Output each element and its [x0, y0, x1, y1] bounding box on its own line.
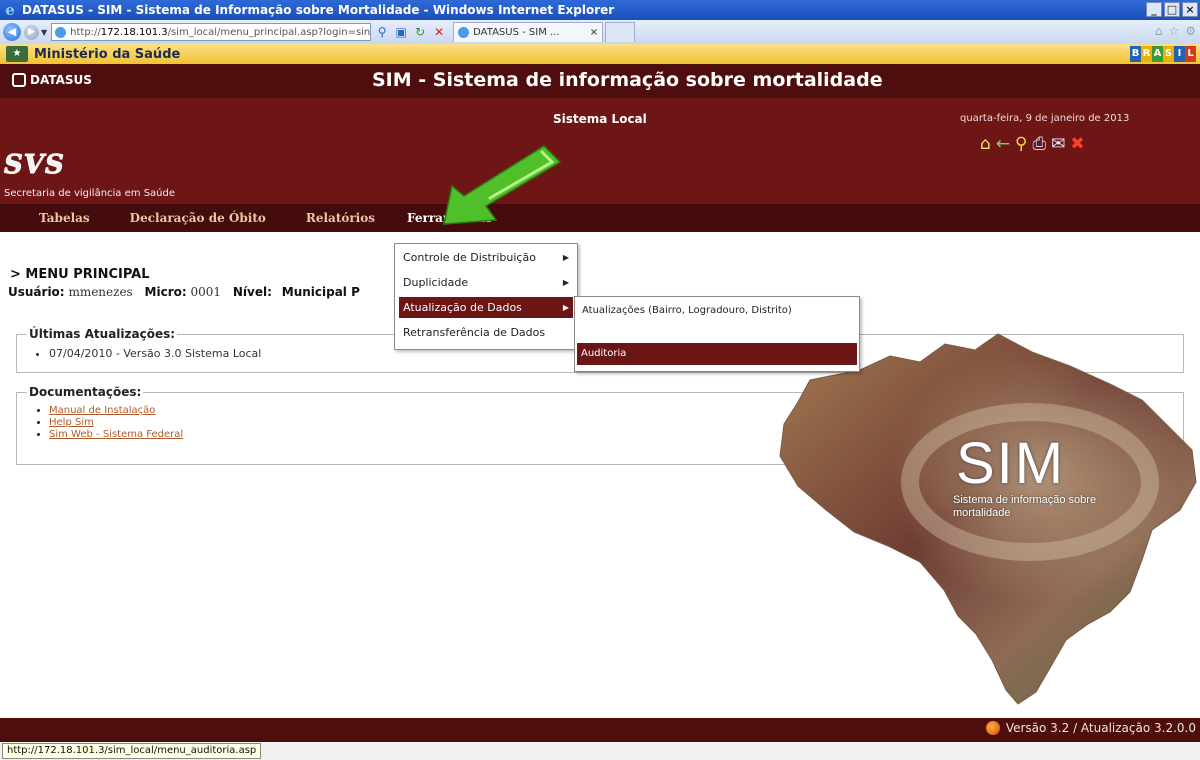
close-window-button[interactable]: ×: [1182, 2, 1198, 17]
menu-item-atualizacao-dados[interactable]: Atualização de Dados ▶: [399, 297, 573, 318]
datasus-logo: DATASUS: [12, 73, 92, 87]
close-icon[interactable]: ✖: [1070, 135, 1084, 153]
version-info: Versão 3.2 / Atualização 3.2.0.0: [985, 721, 1196, 735]
menu-item-label: Duplicidade: [403, 276, 469, 289]
doc-link-simweb[interactable]: Sim Web - Sistema Federal: [49, 429, 183, 440]
menu-declaracao-obito[interactable]: Declaração de Óbito: [130, 211, 266, 225]
forward-icon[interactable]: ▶: [24, 24, 39, 40]
stop-icon[interactable]: ✕: [431, 24, 447, 40]
submenu-item-atualizacoes[interactable]: Atualizações (Bairro, Logradouro, Distri…: [575, 297, 859, 317]
micro-value: 0001: [190, 285, 222, 299]
user-value: mmenezes: [68, 285, 133, 299]
page: e DATASUS - SIM - Sistema de Informação …: [0, 0, 1200, 760]
current-date: quarta-feira, 9 de janeiro de 2013: [960, 113, 1130, 124]
brasil-letter: I: [1174, 46, 1185, 62]
browser-statusbar: http://172.18.101.3/sim_local/menu_audit…: [0, 742, 1200, 760]
sim-logo-subtitle: Sistema de informação sobre mortalidade: [953, 494, 1097, 519]
menu-item-duplicidade[interactable]: Duplicidade ▶: [399, 272, 573, 293]
back-arrow-icon[interactable]: ←: [996, 135, 1010, 153]
window-controls: _ □ ×: [1146, 2, 1198, 17]
minimize-button[interactable]: _: [1146, 2, 1162, 17]
header-toolbar: ⌂ ← ⚲ ⎙ ✉ ✖: [980, 135, 1085, 153]
user-label: Usuário:: [8, 285, 65, 299]
help-icon[interactable]: ⚲: [1015, 135, 1027, 153]
brasil-logo: B R A S I L: [1130, 46, 1196, 62]
green-arrow-icon: [443, 145, 562, 225]
version-icon: [985, 721, 1000, 735]
address-path: /sim_local/menu_principal.asp?login=sin: [167, 26, 371, 38]
datasus-text: DATASUS: [30, 73, 92, 87]
ministry-logo-icon: ★: [6, 46, 28, 62]
page-title: > MENU PRINCIPAL: [10, 267, 150, 282]
main-menu: Tabelas Declaração de Óbito Relatórios F…: [0, 204, 1200, 232]
menu-relatorios[interactable]: Relatórios: [306, 211, 375, 225]
app-header: DATASUS SIM - Sistema de informação sobr…: [0, 64, 1200, 98]
app-subheader: SVS Secretaria de vigilância em Saúde Si…: [0, 98, 1200, 204]
print-icon[interactable]: ⎙: [1033, 135, 1047, 153]
app-footer: Versão 3.2 / Atualização 3.2.0.0: [0, 718, 1200, 742]
datasus-mark-icon: [12, 73, 26, 87]
mail-icon[interactable]: ✉: [1051, 135, 1065, 153]
tab-close-icon[interactable]: ×: [590, 27, 598, 38]
tools-gear-icon[interactable]: ⚙: [1185, 24, 1196, 38]
updates-legend: Últimas Atualizações:: [29, 327, 176, 341]
version-text: Versão 3.2 / Atualização 3.2.0.0: [1005, 721, 1196, 735]
user-info: Usuário: mmenezes Micro: 0001 Nível: Mun…: [8, 285, 360, 299]
ministry-name[interactable]: Ministério da Saúde: [34, 47, 180, 62]
browser-navbar: ◀ ▶ ▼ http://172.18.101.3/sim_local/menu…: [0, 20, 1200, 44]
menu-item-retransferencia-dados[interactable]: Retransferência de Dados: [399, 322, 573, 343]
update-data-submenu: Atualizações (Bairro, Logradouro, Distri…: [574, 296, 860, 372]
docs-legend: Documentações:: [29, 385, 142, 399]
refresh-icon[interactable]: ↻: [412, 24, 428, 40]
svs-subtitle: Secretaria de vigilância em Saúde: [4, 188, 176, 199]
nivel-label: Nível:: [232, 285, 272, 299]
doc-link-help[interactable]: Help Sim: [49, 417, 94, 428]
address-host: 172.18.101.3: [100, 26, 168, 38]
search-icon[interactable]: ⚲: [374, 24, 390, 40]
brasil-letter: R: [1141, 46, 1152, 62]
history-dropdown-icon[interactable]: ▼: [41, 28, 47, 37]
favorites-star-icon[interactable]: ☆: [1168, 24, 1179, 38]
sim-logo-text: SIM: [956, 431, 1066, 496]
svs-logo: SVS: [4, 150, 65, 181]
page-icon: [55, 26, 67, 38]
tools-dropdown: Controle de Distribuição ▶ Duplicidade ▶ A…: [394, 243, 578, 350]
browser-tab[interactable]: DATASUS - SIM ... ×: [453, 22, 604, 42]
submenu-arrow-icon: ▶: [562, 278, 569, 287]
menu-item-label: Controle de Distribuição: [403, 251, 536, 264]
window-titlebar: e DATASUS - SIM - Sistema de Informação …: [0, 0, 1200, 20]
menu-tabelas[interactable]: Tabelas: [39, 211, 90, 225]
subsystem-label: Sistema Local: [553, 112, 647, 126]
nivel-value: Municipal P: [281, 285, 360, 299]
address-bar[interactable]: http://172.18.101.3/sim_local/menu_princ…: [51, 23, 372, 41]
ie-logo-icon: e: [5, 1, 15, 19]
maximize-button[interactable]: □: [1164, 2, 1180, 17]
brasil-letter: L: [1185, 46, 1196, 62]
submenu-arrow-icon: ▶: [562, 253, 569, 262]
home-icon[interactable]: ⌂: [980, 135, 991, 153]
micro-label: Micro:: [144, 285, 187, 299]
browser-tools: ⌂ ☆ ⚙: [1155, 24, 1196, 38]
home-page-icon[interactable]: ⌂: [1155, 24, 1163, 38]
brasil-letter: A: [1152, 46, 1163, 62]
site-bar: ★ Ministério da Saúde B R A S I L: [0, 44, 1200, 64]
menu-item-label: Retransferência de Dados: [403, 326, 546, 339]
app-title: SIM - Sistema de informação sobre mortal…: [372, 69, 883, 91]
address-prefix: http://: [70, 26, 101, 38]
brasil-letter: B: [1130, 46, 1141, 62]
window-title: DATASUS - SIM - Sistema de Informação so…: [22, 3, 615, 17]
tab-favicon-icon: [458, 27, 470, 38]
submenu-arrow-icon: ▶: [562, 303, 569, 312]
menu-item-label: Atualização de Dados: [403, 301, 522, 314]
doc-link-manual[interactable]: Manual de Instalação: [49, 405, 155, 416]
status-url: http://172.18.101.3/sim_local/menu_audit…: [2, 743, 262, 759]
submenu-item-auditoria[interactable]: Auditoria: [577, 343, 857, 365]
compat-icon[interactable]: ▣: [393, 24, 409, 40]
menu-item-controle-distribuicao[interactable]: Controle de Distribuição ▶: [399, 247, 573, 268]
tab-title: DATASUS - SIM ...: [473, 27, 560, 38]
brasil-letter: S: [1163, 46, 1174, 62]
new-tab-button[interactable]: [605, 22, 636, 42]
back-icon[interactable]: ◀: [3, 23, 21, 41]
